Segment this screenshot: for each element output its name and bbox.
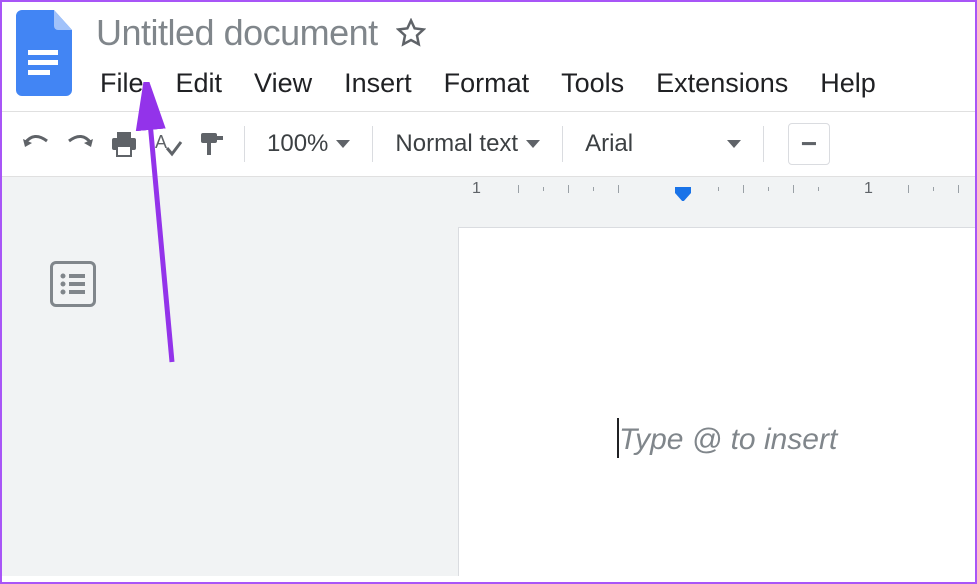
zoom-dropdown[interactable]: 100% — [255, 122, 362, 166]
menu-view[interactable]: View — [254, 66, 312, 101]
separator — [372, 126, 373, 162]
document-title[interactable]: Untitled document — [96, 12, 378, 54]
separator — [763, 126, 764, 162]
canvas-area: 1 1 Type @ to insert — [2, 176, 975, 576]
separator — [244, 126, 245, 162]
document-outline-button[interactable] — [50, 261, 96, 307]
ruler-tick — [518, 185, 519, 193]
caret-down-icon — [336, 140, 350, 148]
menu-tools[interactable]: Tools — [561, 66, 624, 101]
ruler-tick — [768, 187, 769, 191]
ruler-tick — [618, 185, 619, 193]
menu-file[interactable]: File — [100, 66, 144, 101]
ruler-tick — [958, 185, 959, 193]
menu-help[interactable]: Help — [820, 66, 876, 101]
ruler-tick — [543, 187, 544, 191]
document-page[interactable]: Type @ to insert — [458, 227, 975, 576]
placeholder-text: Type @ to insert — [619, 423, 837, 457]
ruler-tick — [818, 187, 819, 191]
docs-logo[interactable] — [12, 10, 76, 98]
ruler-label: 1 — [864, 180, 873, 198]
indent-marker-icon[interactable] — [672, 187, 694, 201]
font-dropdown[interactable]: Arial — [573, 122, 753, 166]
ruler-label: 1 — [472, 180, 481, 198]
print-button[interactable] — [102, 122, 146, 166]
redo-button[interactable] — [58, 122, 102, 166]
star-icon[interactable] — [396, 18, 426, 48]
spellcheck-button[interactable]: A — [146, 122, 190, 166]
separator — [562, 126, 563, 162]
decrease-font-button[interactable]: − — [788, 123, 830, 165]
caret-down-icon — [526, 140, 540, 148]
ruler-tick — [568, 185, 569, 193]
undo-button[interactable] — [14, 122, 58, 166]
ruler-tick — [933, 187, 934, 191]
menubar: File Edit View Insert Format Tools Exten… — [100, 66, 965, 101]
paint-format-button[interactable] — [190, 122, 234, 166]
ruler-tick — [743, 185, 744, 193]
caret-down-icon — [727, 140, 741, 148]
toolbar: A 100% Normal text Arial − — [2, 111, 975, 176]
paragraph-style-dropdown[interactable]: Normal text — [383, 122, 552, 166]
svg-text:A: A — [155, 132, 167, 152]
horizontal-ruler[interactable]: 1 1 — [458, 177, 975, 201]
menu-insert[interactable]: Insert — [344, 66, 412, 101]
menu-extensions[interactable]: Extensions — [656, 66, 788, 101]
ruler-tick — [908, 185, 909, 193]
header: Untitled document File Edit View Insert … — [2, 2, 975, 101]
ruler-tick — [718, 187, 719, 191]
menu-format[interactable]: Format — [444, 66, 530, 101]
font-value: Arial — [585, 130, 719, 158]
zoom-value: 100% — [267, 130, 328, 158]
style-value: Normal text — [395, 130, 518, 158]
menu-edit[interactable]: Edit — [176, 66, 223, 101]
ruler-tick — [793, 185, 794, 193]
ruler-tick — [593, 187, 594, 191]
